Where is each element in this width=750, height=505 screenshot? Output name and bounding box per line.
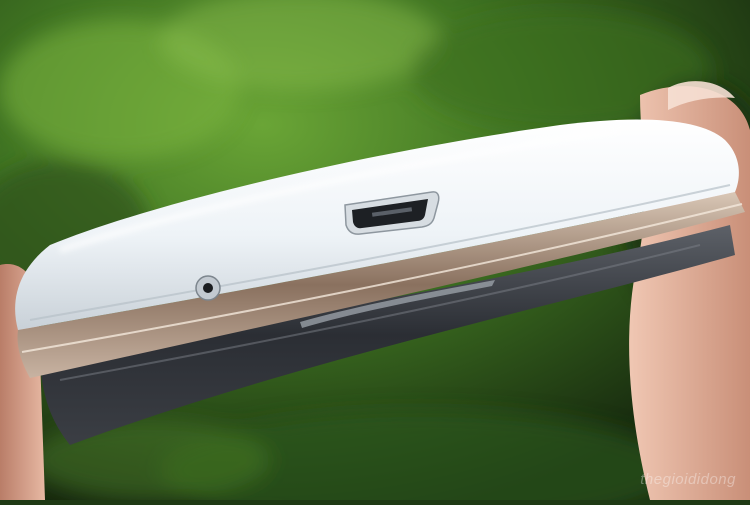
watermark: thegioididong	[640, 471, 736, 488]
photo-illustration	[0, 0, 750, 505]
microphone-hole	[195, 275, 221, 301]
photo-scene: thegioididong	[0, 0, 750, 505]
